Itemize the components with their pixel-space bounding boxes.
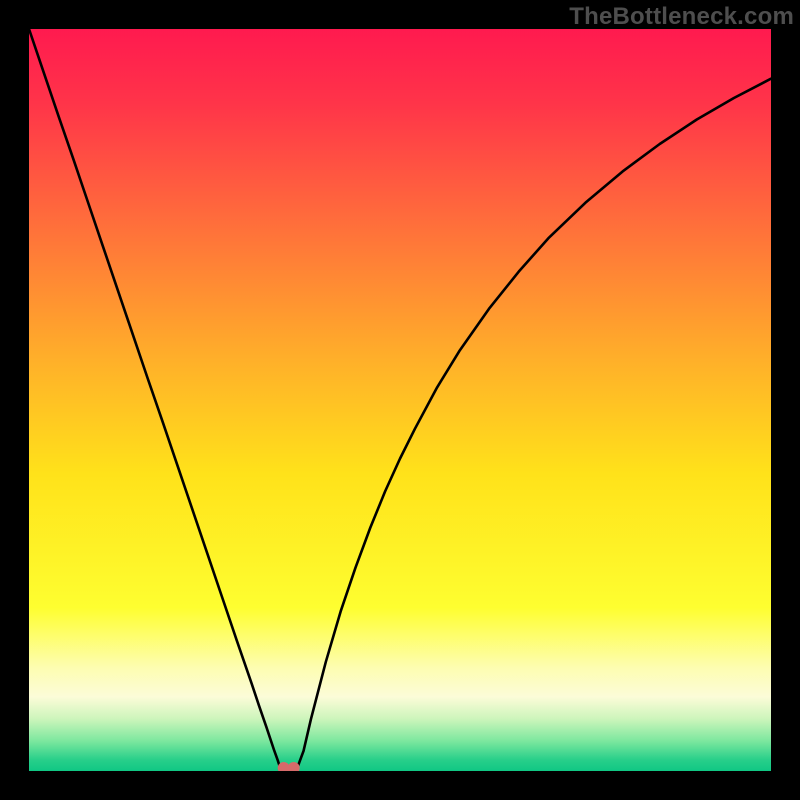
chart-plot-area xyxy=(29,29,771,771)
chart-svg xyxy=(29,29,771,771)
chart-frame: TheBottleneck.com xyxy=(0,0,800,800)
chart-background xyxy=(29,29,771,771)
watermark-text: TheBottleneck.com xyxy=(569,3,794,31)
